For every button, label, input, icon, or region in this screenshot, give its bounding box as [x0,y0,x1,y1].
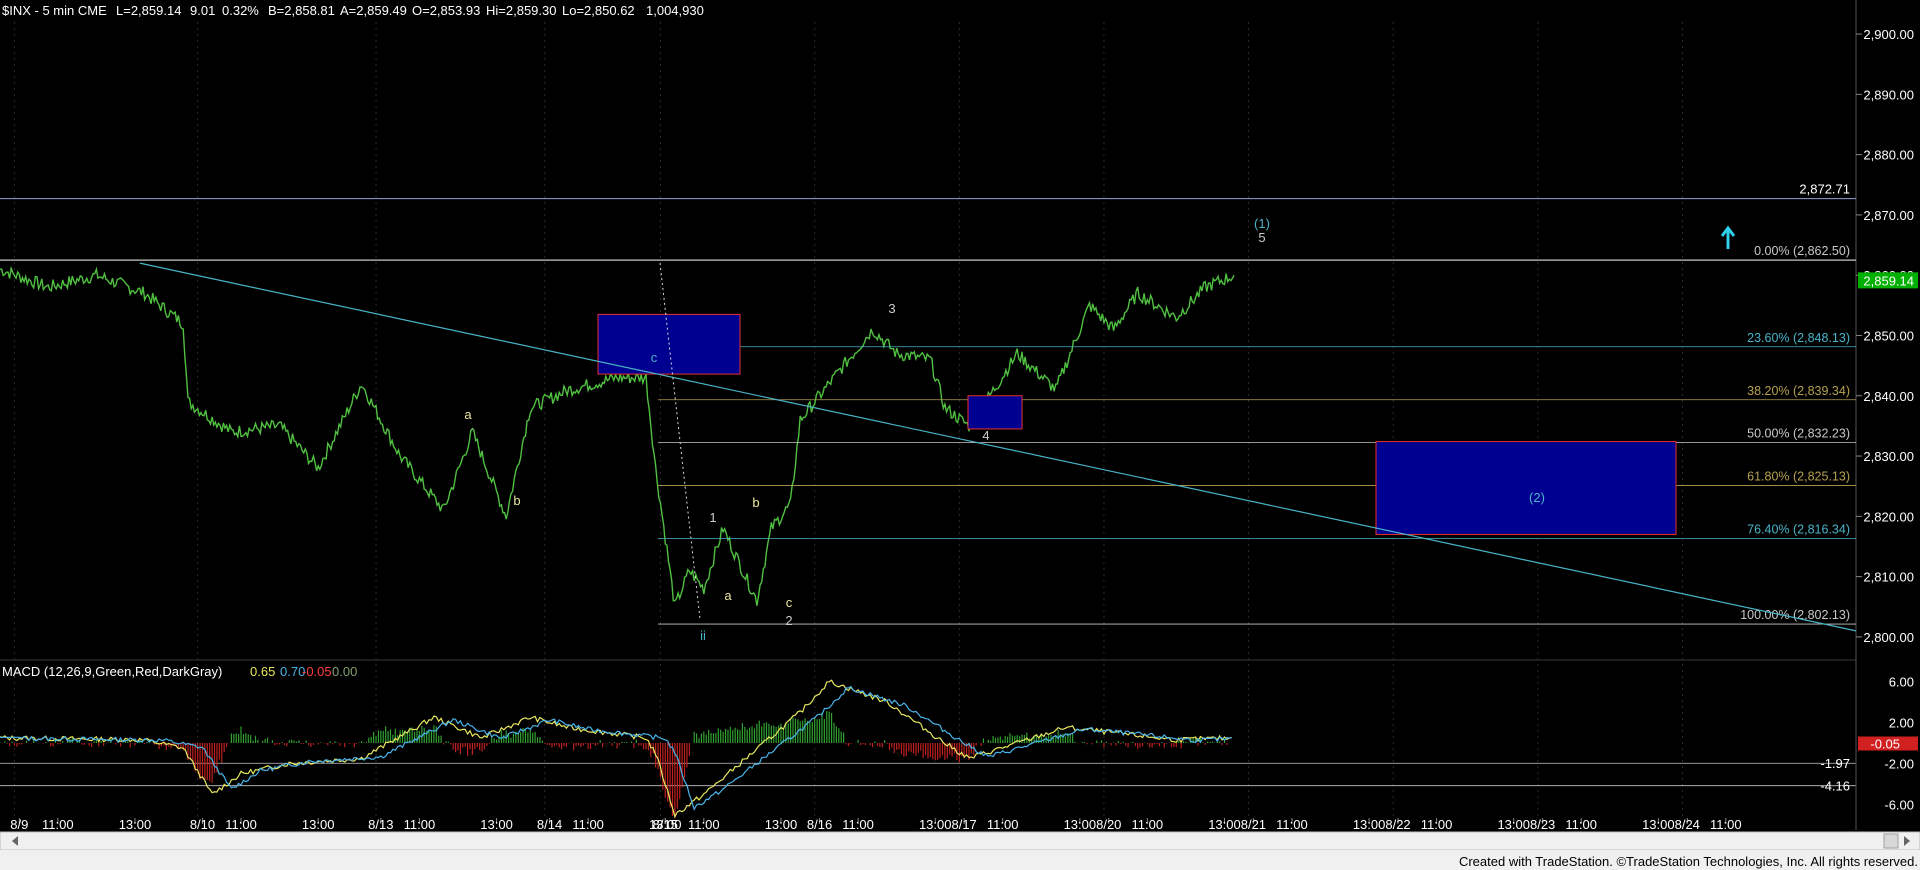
wave-label-c: c [651,350,658,365]
macd-tick-label: -6.00 [1884,798,1914,813]
macd-value-1: 0.65 [250,664,275,679]
wave-label-1: 1 [709,510,716,525]
horizontal-scrollbar[interactable] [0,831,1920,851]
macd-level-upper-label: -1.97 [1820,756,1850,771]
fib-label: 0.00% (2,862.50) [1754,244,1850,258]
fib-label: 61.80% (2,825.13) [1747,469,1850,483]
header-volume: 1,004,930 [646,3,704,18]
header-low: Lo=2,850.62 [562,3,635,18]
time-tick-label: 13:00 [765,817,798,832]
macd-badge-label: -0.05 [1870,737,1900,752]
fib-label: 23.60% (2,848.13) [1747,331,1850,345]
time-tick-label: 8/10 [190,817,215,832]
footer-copyright: Created with TradeStation. ©TradeStation… [1459,854,1918,869]
time-tick-label: 11:00 [842,817,874,832]
price-tick-label: 2,880.00 [1863,148,1914,163]
time-tick-label: 13:00 [119,817,152,832]
price-tick-label: 2,820.00 [1863,509,1914,524]
time-tick-label: 13:00 [480,817,513,832]
price-tick-label: 2,900.00 [1863,27,1914,42]
last-price-badge-label: 2,859.14 [1863,273,1914,288]
header-ask: A=2,859.49 [340,3,407,18]
scroll-thumb[interactable] [1883,833,1899,849]
time-tick-label: 11:00 [42,817,74,832]
wave-label-c2: c [786,595,793,610]
wave-label-a2: a [724,588,732,603]
macd-tick-label: -2.00 [1884,757,1914,772]
time-tick-label: 13:00 [1353,817,1386,832]
chart-canvas: $INX - 5 min CME L=2,859.14 9.01 0.32% B… [0,0,1920,870]
header-open: O=2,853.93 [412,3,480,18]
time-tick-label: 13:00 [302,817,335,832]
wave-label-b: b [513,493,520,508]
header-symbol: $INX - 5 min CME [2,3,107,18]
wave-label-b2: b [752,495,759,510]
time-tick-label: 8/20 [1096,817,1121,832]
time-tick-label: 8/9 [10,817,28,832]
wave-label-wave2: (2) [1529,490,1545,505]
time-tick-label: 11:00 [1565,817,1597,832]
wave-label-5: 5 [1258,230,1265,245]
macd-level-lower-label: -4.16 [1820,779,1850,794]
price-tick-label: 2,800.00 [1863,630,1914,645]
fib-label: 50.00% (2,832.23) [1747,427,1850,441]
fib-label: 76.40% (2,816.34) [1747,522,1850,536]
time-tick-label: 11:00 [987,817,1019,832]
macd-tick-label: 2.00 [1889,715,1914,730]
price-tick-label: 2,840.00 [1863,389,1914,404]
time-tick-label: 8/15 [653,817,678,832]
time-tick-label: 13:00 [1208,817,1241,832]
macd-value-3: -0.05 [302,664,332,679]
time-tick-label: 11:00 [572,817,604,832]
wave-label-2: 2 [785,613,792,628]
price-tick-label: 2,850.00 [1863,328,1914,343]
resistance-label: 2,872.71 [1799,182,1850,197]
macd-value-4: 0.00 [332,664,357,679]
target-box-wave2 [1375,441,1677,535]
time-tick-label: 11:00 [1710,817,1742,832]
time-tick-label: 8/24 [1675,817,1700,832]
header-high: Hi=2,859.30 [486,3,556,18]
time-tick-label: 11:00 [1132,817,1164,832]
header-change: 9.01 [190,3,215,18]
target-box-wave4 [967,395,1023,430]
time-tick-label: 8/17 [951,817,976,832]
macd-label: MACD (12,26,9,Green,Red,DarkGray) [2,664,222,679]
wave-label-a: a [464,407,472,422]
time-tick-label: 8/13 [368,817,393,832]
price-tick-label: 2,890.00 [1863,87,1914,102]
header-change-pct: 0.32% [222,3,259,18]
time-tick-label: 11:00 [1421,817,1453,832]
header-bid: B=2,858.81 [268,3,335,18]
time-tick-label: 11:00 [688,817,720,832]
time-tick-label: 11:00 [1276,817,1308,832]
price-tick-label: 2,810.00 [1863,570,1914,585]
wave-label-4: 4 [982,428,989,443]
time-tick-label: 8/23 [1530,817,1555,832]
fib-label: 38.20% (2,839.34) [1747,384,1850,398]
macd-tick-label: 6.00 [1889,674,1914,689]
time-tick-label: 13:00 [919,817,952,832]
price-tick-label: 2,870.00 [1863,208,1914,223]
time-tick-label: 13:00 [1642,817,1675,832]
macd-legend: MACD (12,26,9,Green,Red,DarkGray) 0.65 0… [2,664,357,679]
time-tick-label: 8/14 [537,817,562,832]
time-tick-label: 8/16 [807,817,832,832]
time-tick-label: 13:00 [1064,817,1097,832]
time-tick-label: 11:00 [404,817,436,832]
time-tick-label: 13:00 [1497,817,1530,832]
header-last: L=2,859.14 [116,3,181,18]
time-tick-label: 8/21 [1241,817,1266,832]
price-tick-label: 2,830.00 [1863,449,1914,464]
wave-label-3: 3 [888,301,895,316]
wave-label-ii: ii [700,628,706,643]
wave-label-wave1: (1) [1254,216,1270,231]
time-tick-label: 11:00 [225,817,257,832]
time-tick-label: 8/22 [1385,817,1410,832]
